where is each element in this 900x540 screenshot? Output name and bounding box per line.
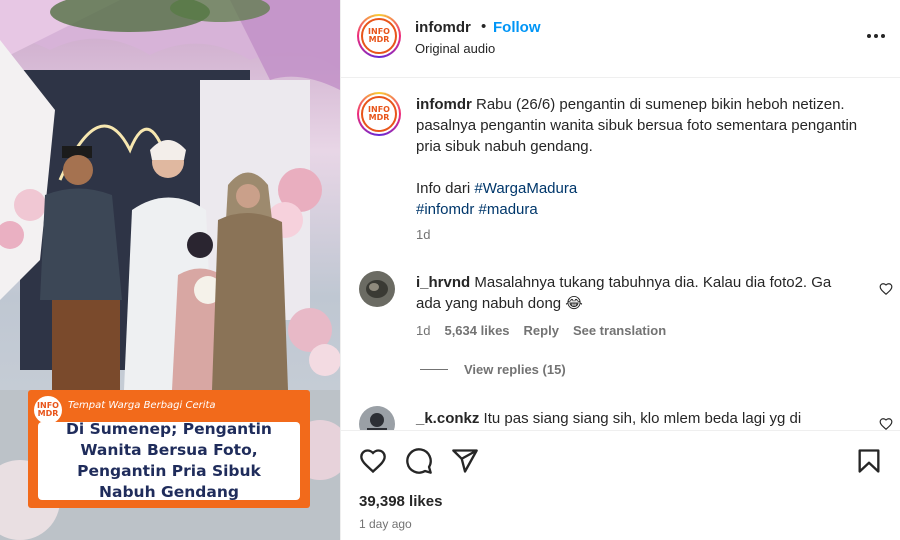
- caption-avatar[interactable]: INFO MDR: [357, 92, 401, 136]
- caption-body: Rabu (26/6) pengantin di sumenep bikin h…: [416, 96, 858, 155]
- hashtag-wargamadura[interactable]: #WargaMadura: [474, 180, 577, 197]
- header-username[interactable]: infomdr: [415, 19, 471, 36]
- share-icon[interactable]: [451, 447, 479, 475]
- post-date[interactable]: 1 day ago: [359, 517, 412, 531]
- caption-timestamp[interactable]: 1d: [416, 227, 430, 242]
- like-heart-icon[interactable]: [359, 447, 387, 475]
- comment-text: i_hrvnd Masalahnya tukang tabuhnya dia. …: [416, 272, 856, 314]
- comment-username[interactable]: i_hrvnd: [416, 274, 470, 291]
- separator-dot: •: [481, 18, 487, 35]
- avatar-image: [359, 271, 395, 307]
- comment-meta: 1d 5,634 likes Reply See translation: [416, 323, 666, 338]
- logo-text: INFO MDR: [37, 402, 59, 418]
- media-caption-card: INFO MDR Tempat Warga Berbagi Cerita Di …: [28, 390, 310, 508]
- comment-item: _k.conkz Itu pas siang siang sih, klo ml…: [341, 406, 900, 430]
- more-options-icon[interactable]: [863, 26, 889, 46]
- comment-time[interactable]: 1d: [416, 323, 430, 338]
- post-side-panel: INFO MDR infomdr • Follow Original audio…: [340, 0, 900, 540]
- replies-line: [420, 369, 448, 370]
- reply-button[interactable]: Reply: [524, 323, 559, 338]
- post-header: INFO MDR infomdr • Follow Original audio: [341, 0, 900, 78]
- hashtag-madura[interactable]: #madura: [479, 201, 538, 218]
- original-audio-link[interactable]: Original audio: [415, 41, 495, 56]
- comment-like-heart-icon[interactable]: [879, 417, 893, 430]
- post-media[interactable]: INFO MDR Tempat Warga Berbagi Cerita Di …: [0, 0, 340, 540]
- comment-icon[interactable]: [405, 447, 433, 475]
- see-translation-button[interactable]: See translation: [573, 323, 666, 338]
- follow-button[interactable]: Follow: [493, 19, 541, 36]
- caption-text: infomdr Rabu (26/6) pengantin di sumenep…: [416, 94, 886, 220]
- avatar-image: [359, 406, 395, 430]
- comment-likes[interactable]: 5,634 likes: [444, 323, 509, 338]
- post-actions: 39,398 likes 1 day ago: [341, 430, 900, 540]
- caption-title: Di Sumenep; Pengantin Wanita Bersua Foto…: [66, 420, 272, 501]
- bookmark-icon[interactable]: [855, 447, 883, 475]
- hashtag-infomdr[interactable]: #infomdr: [416, 201, 474, 218]
- view-replies-label: View replies (15): [464, 362, 566, 377]
- caption-tagline: Tempat Warga Berbagi Cerita: [68, 400, 216, 411]
- commenter-avatar[interactable]: [359, 271, 395, 307]
- comment-username[interactable]: _k.conkz: [416, 410, 479, 427]
- caption-info-prefix: Info dari: [416, 180, 471, 197]
- avatar-logo-text: INFO MDR: [368, 28, 390, 44]
- caption-title-box: Di Sumenep; Pengantin Wanita Bersua Foto…: [38, 420, 300, 501]
- logo-line-2: MDR: [37, 409, 59, 418]
- comment-like-heart-icon[interactable]: [879, 282, 893, 296]
- avatar-logo-line-2: MDR: [368, 35, 390, 44]
- comment-body: Itu pas siang siang sih, klo mlem beda l…: [483, 410, 802, 427]
- view-replies-button[interactable]: View replies (15): [420, 362, 566, 377]
- commenter-avatar[interactable]: [359, 406, 395, 430]
- comment-body: Masalahnya tukang tabuhnya dia. Kalau di…: [416, 274, 832, 312]
- post-likes-count[interactable]: 39,398 likes: [359, 493, 442, 510]
- comment-text: _k.conkz Itu pas siang siang sih, klo ml…: [416, 408, 856, 429]
- caption-avatar-logo-line-2: MDR: [368, 113, 390, 122]
- caption-username[interactable]: infomdr: [416, 96, 472, 113]
- profile-avatar[interactable]: INFO MDR: [357, 14, 401, 58]
- caption-avatar-logo: INFO MDR: [368, 106, 390, 122]
